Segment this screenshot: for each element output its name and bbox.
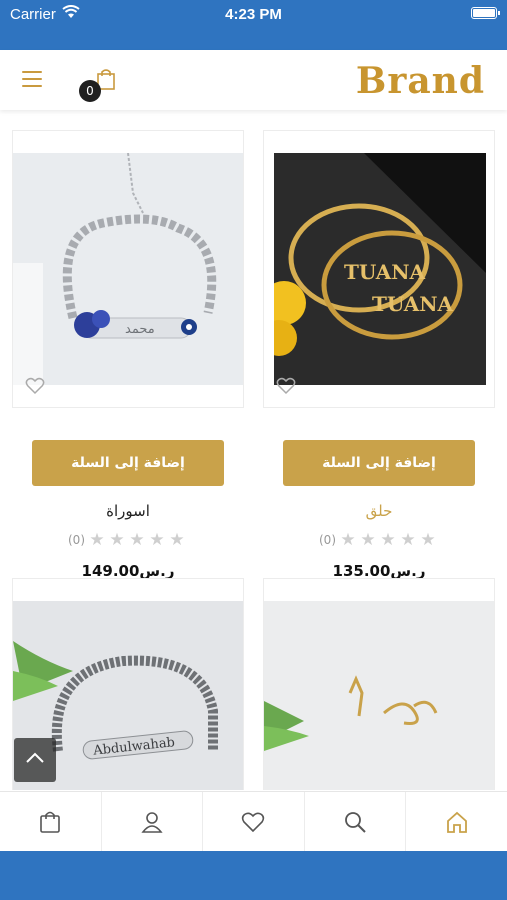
star-icon: ★ bbox=[169, 530, 185, 550]
rating-count: (0) bbox=[319, 533, 336, 547]
cart-count-badge: 0 bbox=[79, 80, 101, 102]
product-image-frame[interactable] bbox=[263, 578, 495, 790]
home-icon bbox=[446, 811, 467, 833]
tab-search[interactable] bbox=[305, 792, 407, 851]
product-image bbox=[264, 601, 494, 790]
star-icon: ★ bbox=[109, 530, 125, 550]
product-name[interactable]: حلق bbox=[263, 502, 495, 520]
star-icon: ★ bbox=[340, 530, 356, 550]
bag-icon bbox=[40, 811, 61, 833]
product-name[interactable]: اسوراة bbox=[12, 502, 244, 520]
product-engraving: TUANA bbox=[344, 260, 426, 284]
menu-icon[interactable] bbox=[22, 71, 42, 87]
star-icon: ★ bbox=[89, 530, 105, 550]
product-engraving: TUANA bbox=[372, 292, 454, 316]
product-engraving: محمد bbox=[125, 322, 155, 337]
scroll-to-top-button[interactable] bbox=[14, 738, 56, 782]
status-bar: Carrier 4:23 PM bbox=[0, 0, 507, 50]
heart-icon[interactable] bbox=[25, 377, 45, 395]
app-header: 0 Brand bbox=[0, 50, 507, 110]
star-icon: ★ bbox=[149, 530, 165, 550]
tab-account[interactable] bbox=[102, 792, 204, 851]
star-icon: ★ bbox=[129, 530, 145, 550]
product-grid: TUANA TUANA إضافة إلى السلة حلق (0) ★ ★ … bbox=[0, 110, 507, 790]
heart-icon bbox=[242, 812, 265, 832]
add-to-cart-button[interactable]: إضافة إلى السلة bbox=[32, 440, 224, 486]
brand-logo[interactable]: Brand bbox=[356, 60, 485, 102]
tab-bag[interactable] bbox=[0, 792, 102, 851]
chevron-up-icon bbox=[26, 752, 44, 763]
bottom-tab-bar bbox=[0, 791, 507, 851]
user-icon bbox=[141, 811, 163, 833]
rating-stars: (0) ★ ★ ★ ★ ★ bbox=[319, 530, 438, 550]
search-icon bbox=[345, 811, 366, 833]
bottom-system-bar bbox=[0, 851, 507, 900]
heart-icon[interactable] bbox=[276, 377, 296, 395]
product-image-frame[interactable]: محمد bbox=[12, 130, 244, 408]
tab-home[interactable] bbox=[406, 792, 507, 851]
battery-icon bbox=[471, 7, 500, 19]
rating-count: (0) bbox=[68, 533, 85, 547]
star-icon: ★ bbox=[380, 530, 396, 550]
product-image-frame[interactable]: TUANA TUANA bbox=[263, 130, 495, 408]
star-icon: ★ bbox=[360, 530, 376, 550]
product-image: محمد bbox=[13, 153, 243, 385]
rating-stars: (0) ★ ★ ★ ★ ★ bbox=[68, 530, 187, 550]
tab-wishlist[interactable] bbox=[203, 792, 305, 851]
clock: 4:23 PM bbox=[225, 6, 282, 23]
star-icon: ★ bbox=[400, 530, 416, 550]
add-to-cart-button[interactable]: إضافة إلى السلة bbox=[283, 440, 475, 486]
product-image: TUANA TUANA bbox=[274, 153, 486, 385]
star-icon: ★ bbox=[420, 530, 436, 550]
